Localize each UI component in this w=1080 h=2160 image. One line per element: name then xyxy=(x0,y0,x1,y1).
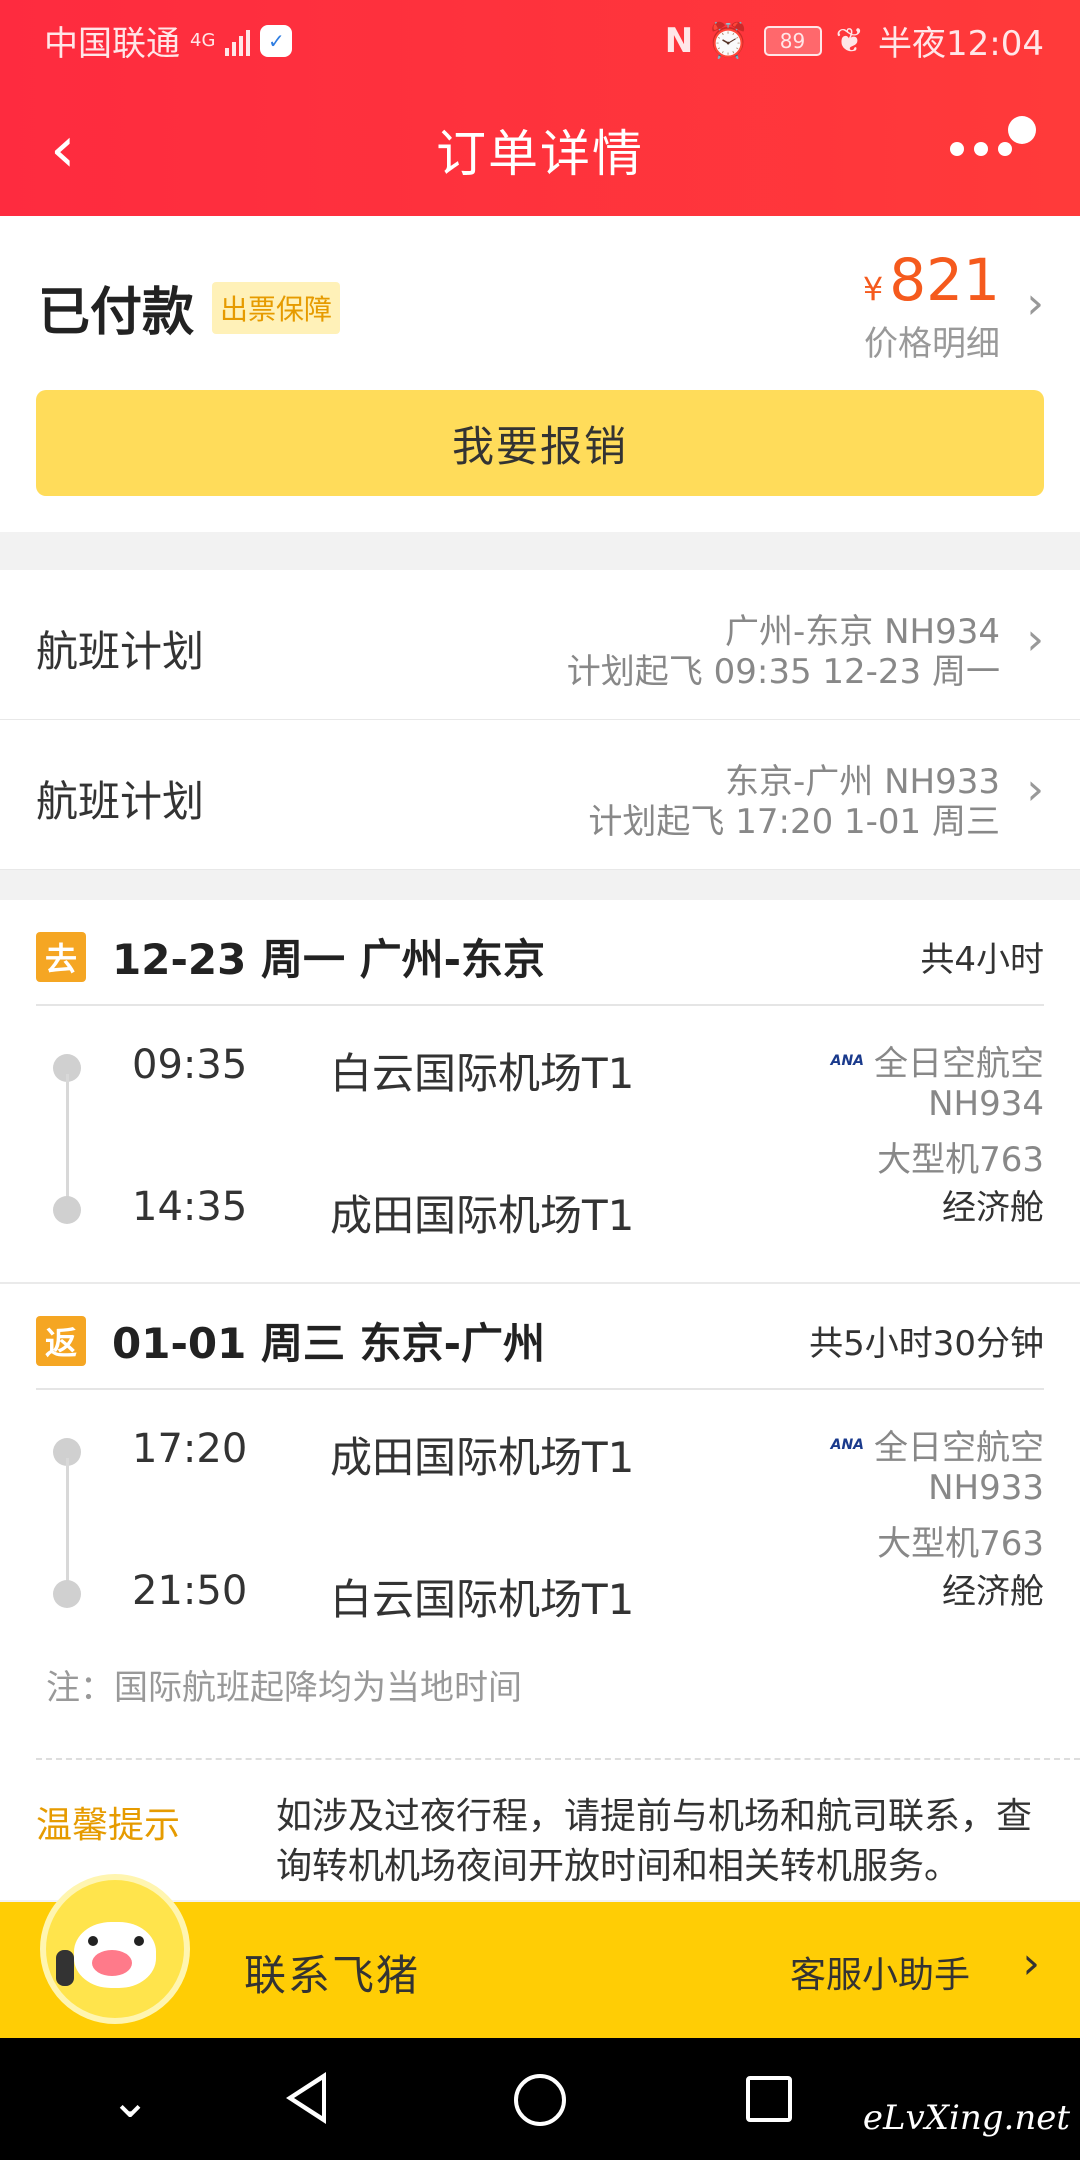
flight-plan-departure: 计划起飞 09:35 12-23 周一 xyxy=(566,652,1000,692)
flight-number: NH934 xyxy=(928,1084,1044,1124)
tips-text: 如涉及过夜行程，请提前与机场和航司联系，查询转机机场夜间开放时间和相关转机服务。 xyxy=(276,1796,1033,1887)
more-options-icon[interactable] xyxy=(940,110,1040,180)
segment-title: 01-01 周三 东京-广州 xyxy=(112,1319,546,1368)
cabin-class: 经济舱 xyxy=(942,1572,1044,1612)
chevron-right-icon: › xyxy=(1022,1938,1040,1989)
itinerary-card: 去 12-23 周一 广州-东京 共4小时 09:35 白云国际机场T1 14:… xyxy=(0,900,1080,1900)
alarm-icon: ⏰ xyxy=(707,20,750,61)
segment-title: 12-23 周一 广州-东京 xyxy=(112,935,546,984)
battery-icon: 89 xyxy=(763,25,822,56)
app-header: 中国联通 4G ✓ N ⏰ 89 ❦ 半夜12:04 ‹ 订单详情 xyxy=(0,0,1080,216)
flight-number: NH933 xyxy=(928,1468,1044,1508)
back-triangle-icon[interactable] xyxy=(286,2072,326,2124)
flight-plan-label: 航班计划 xyxy=(36,627,205,676)
shield-icon: ✓ xyxy=(260,24,293,57)
chevron-down-icon[interactable]: ⌄ xyxy=(110,2074,150,2128)
contact-fliggy-label: 联系飞猪 xyxy=(244,1951,421,2000)
departure-airport: 白云国际机场T1 xyxy=(330,1049,635,1098)
departure-time: 17:20 xyxy=(132,1426,248,1472)
arrival-time: 21:50 xyxy=(132,1568,248,1614)
notification-dot xyxy=(1008,116,1036,144)
flight-plan-row[interactable]: 航班计划 广州-东京 NH934 计划起飞 09:35 12-23 周一 › xyxy=(0,570,1080,720)
departure-airport: 成田国际机场T1 xyxy=(330,1433,635,1482)
chevron-right-icon: › xyxy=(1026,764,1044,815)
order-status: 已付款 xyxy=(38,283,195,343)
currency-symbol: ¥ xyxy=(862,270,884,308)
dashed-divider xyxy=(36,1758,1080,1760)
airline-info: ANA 全日空航空 xyxy=(831,1036,1044,1085)
airline-logo-icon: ANA xyxy=(830,1052,864,1069)
timeline-line xyxy=(66,1074,69,1206)
customer-service-assistant-link[interactable]: 客服小助手 xyxy=(790,1946,970,1998)
arrival-time: 14:35 xyxy=(132,1184,248,1230)
nfc-icon: N xyxy=(664,20,694,61)
order-price[interactable]: ¥ 821 xyxy=(863,246,1000,314)
segment-duration: 共5小时30分钟 xyxy=(809,1324,1044,1364)
flight-plan-label: 航班计划 xyxy=(36,777,205,826)
segment-header: 去 12-23 周一 广州-东京 共4小时 xyxy=(36,900,1044,1006)
airline-name: 全日空航空 xyxy=(874,1044,1044,1084)
tips-label: 温馨提示 xyxy=(36,1805,181,1846)
battery-level: 89 xyxy=(779,28,806,53)
airline-name: 全日空航空 xyxy=(874,1428,1044,1468)
outbound-tag: 去 xyxy=(36,932,86,982)
flight-plan-row[interactable]: 航班计划 东京-广州 NH933 计划起飞 17:20 1-01 周三 › xyxy=(0,720,1080,870)
aircraft-type: 大型机763 xyxy=(877,1524,1044,1564)
local-time-note: 注：国际航班起降均为当地时间 xyxy=(46,1668,522,1708)
fliggy-mascot-avatar xyxy=(40,1874,190,2024)
chevron-right-icon[interactable]: › xyxy=(1026,278,1044,329)
price-detail-link[interactable]: 价格明细 xyxy=(864,316,1000,365)
nav-bar: ‹ 订单详情 xyxy=(0,100,1080,200)
watermark: eLvXing.net xyxy=(862,2098,1070,2138)
timeline-line xyxy=(66,1458,69,1590)
chevron-right-icon: › xyxy=(1026,614,1044,665)
signal-icon xyxy=(225,26,251,56)
recents-square-icon[interactable] xyxy=(746,2076,792,2122)
arrival-airport: 白云国际机场T1 xyxy=(330,1575,635,1624)
flight-plan-departure: 计划起飞 17:20 1-01 周三 xyxy=(588,802,1000,842)
arrival-dot xyxy=(53,1196,81,1224)
airline-info: ANA 全日空航空 xyxy=(831,1420,1044,1469)
flight-leg[interactable]: 17:20 成田国际机场T1 21:50 白云国际机场T1 ANA 全日空航空 … xyxy=(0,1390,1080,1670)
carrier-name: 中国联通 xyxy=(44,24,180,64)
home-circle-icon[interactable] xyxy=(514,2074,566,2126)
ticket-guarantee-badge[interactable]: 出票保障 xyxy=(212,282,341,334)
reimburse-button[interactable]: 我要报销 xyxy=(36,390,1044,496)
flight-leg[interactable]: 09:35 白云国际机场T1 14:35 成田国际机场T1 ANA 全日空航空 … xyxy=(0,1006,1080,1286)
segment-duration: 共4小时 xyxy=(920,940,1044,980)
page-title: 订单详情 xyxy=(436,125,644,183)
price-amount: 821 xyxy=(889,246,1000,314)
departure-time: 09:35 xyxy=(132,1042,248,1088)
network-type: 4G xyxy=(190,30,216,51)
payment-card: 已付款 出票保障 ¥ 821 价格明细 › 我要报销 xyxy=(0,216,1080,532)
aircraft-type: 大型机763 xyxy=(877,1140,1044,1180)
contact-bar[interactable]: 联系飞猪 客服小助手 › xyxy=(0,1874,1080,2038)
cabin-class: 经济舱 xyxy=(942,1188,1044,1228)
segment-header: 返 01-01 周三 东京-广州 共5小时30分钟 xyxy=(36,1284,1044,1390)
return-tag: 返 xyxy=(36,1316,86,1366)
clock: 半夜12:04 xyxy=(878,24,1044,64)
arrival-dot xyxy=(53,1580,81,1608)
flight-plan-list: 航班计划 广州-东京 NH934 计划起飞 09:35 12-23 周一 › 航… xyxy=(0,570,1080,870)
airline-logo-icon: ANA xyxy=(830,1436,864,1453)
arrival-airport: 成田国际机场T1 xyxy=(330,1191,635,1240)
status-bar: 中国联通 4G ✓ N ⏰ 89 ❦ 半夜12:04 xyxy=(0,0,1080,76)
leaf-icon: ❦ xyxy=(835,20,865,61)
